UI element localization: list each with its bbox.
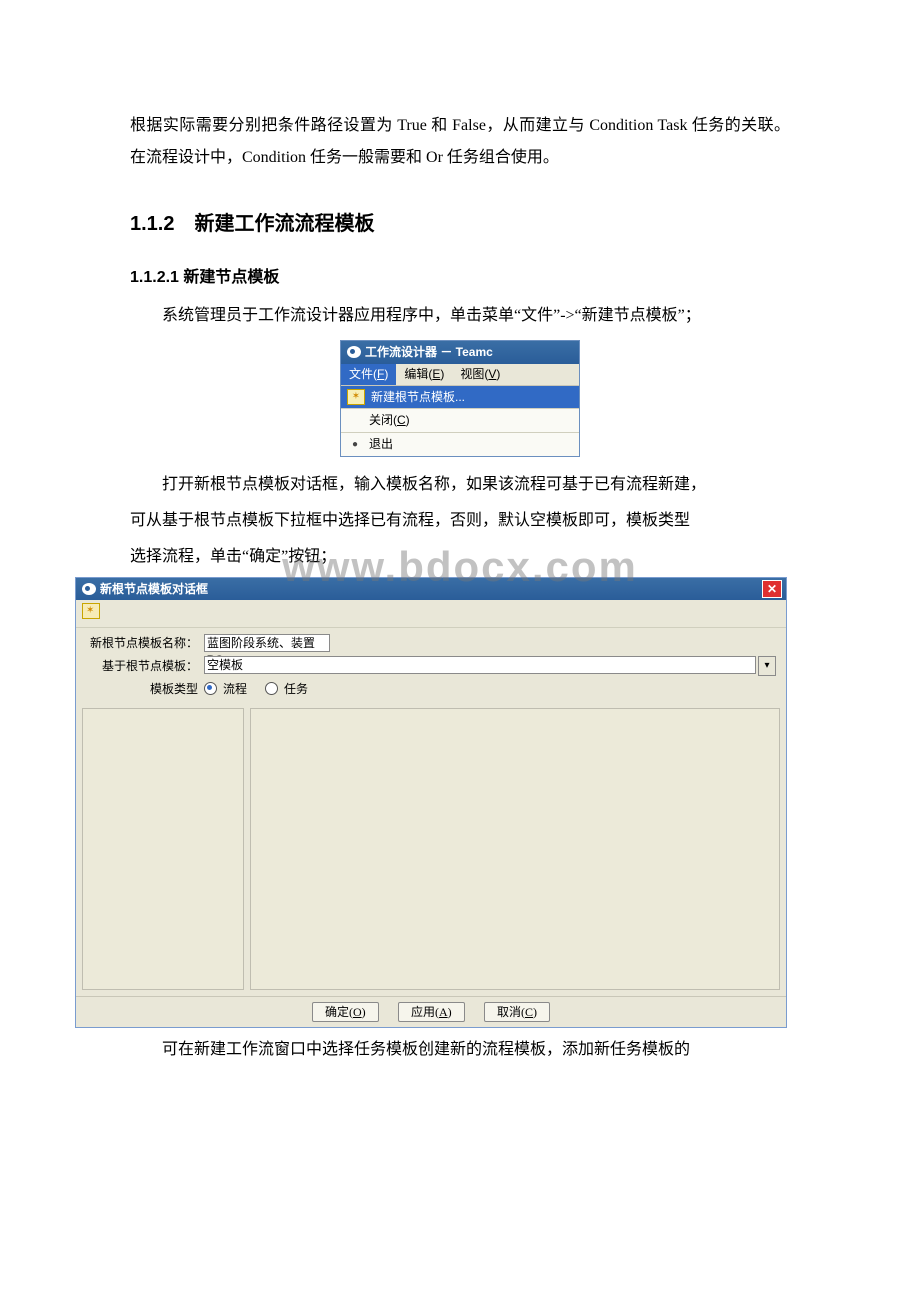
radio-task-label: 任务 <box>284 680 308 698</box>
paragraph-step2c: 选择流程，单击“确定”按钮； <box>130 541 790 573</box>
dialog-canvas-area <box>76 708 786 996</box>
menu-item-exit[interactable]: 退出 <box>341 433 579 456</box>
menu-item-label: 新建根节点模板... <box>371 389 465 406</box>
menu-edit[interactable]: 编辑(E) <box>396 364 452 385</box>
label-based-on: 基于根节点模板： <box>86 657 204 675</box>
combo-based-on[interactable]: 空模板 <box>204 656 756 674</box>
dialog-titlebar: 新根节点模板对话框 ✕ <box>76 578 786 600</box>
menu-item-label: 关闭(C) <box>369 412 410 429</box>
menu-screenshot: 工作流设计器 － Teamc 文件(F) 编辑(E) 视图(V) 新建根节点模板… <box>340 340 580 457</box>
dialog-form: 新根节点模板名称： 蓝图阶段系统、装置BO 基于根节点模板： 空模板 ▾ 模板类… <box>76 628 786 708</box>
new-template-icon <box>347 389 365 405</box>
tree-pane[interactable] <box>82 708 244 990</box>
window-titlebar: 工作流设计器 － Teamc <box>341 341 579 364</box>
radio-flow-label: 流程 <box>223 680 247 698</box>
radio-task[interactable] <box>265 682 278 695</box>
menu-item-new-root-template[interactable]: 新建根节点模板... <box>341 386 579 409</box>
combo-dropdown-button[interactable]: ▾ <box>758 656 776 676</box>
dialog-button-row: 确定(O) 应用(A) 取消(C) <box>76 996 786 1027</box>
radio-group-type: 流程 任务 <box>204 680 308 698</box>
paragraph-step2a: 打开新根节点模板对话框，输入模板名称，如果该流程可基于已有流程新建， <box>130 469 790 501</box>
dialog-title: 新根节点模板对话框 <box>100 580 208 598</box>
canvas-pane[interactable] <box>250 708 780 990</box>
paragraph-intro: 根据实际需要分别把条件路径设置为 True 和 False，从而建立与 Cond… <box>130 110 790 174</box>
ok-button[interactable]: 确定(O) <box>312 1002 379 1022</box>
app-icon <box>347 346 361 358</box>
toolbar-icon[interactable] <box>82 603 100 619</box>
heading-1-1-2-1: 1.1.2.1 新建节点模板 <box>130 262 790 294</box>
menu-item-label: 退出 <box>369 436 393 453</box>
dialog-screenshot: 新根节点模板对话框 ✕ 新根节点模板名称： 蓝图阶段系统、装置BO 基于根节点模… <box>75 577 787 1028</box>
window-title: 工作流设计器 － Teamc <box>365 344 493 361</box>
input-template-name[interactable]: 蓝图阶段系统、装置BO <box>204 634 330 652</box>
menu-file[interactable]: 文件(F) <box>341 364 396 385</box>
blank-icon <box>347 414 363 428</box>
exit-icon <box>347 438 363 452</box>
close-button[interactable]: ✕ <box>762 580 782 598</box>
apply-button[interactable]: 应用(A) <box>398 1002 465 1022</box>
menu-item-close[interactable]: 关闭(C) <box>341 409 579 432</box>
label-template-type: 模板类型 <box>86 680 204 698</box>
radio-flow[interactable] <box>204 682 217 695</box>
dialog-toolbar <box>76 600 786 628</box>
file-menu-dropdown: 新建根节点模板... 关闭(C) 退出 <box>341 386 579 456</box>
paragraph-step2b: 可从基于根节点模板下拉框中选择已有流程，否则，默认空模板即可，模板类型 <box>130 505 790 537</box>
label-template-name: 新根节点模板名称： <box>86 634 204 652</box>
paragraph-step1: 系统管理员于工作流设计器应用程序中，单击菜单“文件”->“新建节点模板”； <box>130 300 790 332</box>
menubar: 文件(F) 编辑(E) 视图(V) <box>341 364 579 386</box>
app-icon <box>82 583 96 595</box>
paragraph-after-dialog: 可在新建工作流窗口中选择任务模板创建新的流程模板，添加新任务模板的 <box>130 1034 790 1066</box>
menu-view[interactable]: 视图(V) <box>452 364 508 385</box>
heading-1-1-2: 1.1.2 新建工作流流程模板 <box>130 204 790 244</box>
cancel-button[interactable]: 取消(C) <box>484 1002 550 1022</box>
